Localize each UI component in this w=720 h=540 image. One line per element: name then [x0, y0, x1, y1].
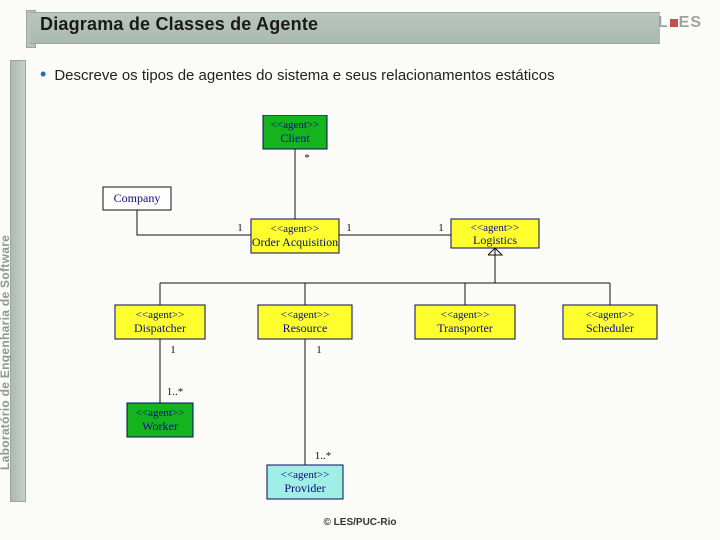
client-stereo: <<agent>> — [271, 119, 320, 131]
dispatcher-stereo: <<agent>> — [136, 309, 185, 321]
box-logistics: <<agent>> Logistics — [451, 219, 539, 248]
bullet-text-1: Descreve os tipos de agentes do sistema … — [54, 67, 554, 84]
transporter-name: Transporter — [437, 321, 493, 335]
mult-company-one: 1 — [237, 222, 243, 234]
logo-s: S — [690, 14, 702, 31]
resource-name: Resource — [283, 321, 328, 335]
mult-order-one-r: 1 — [438, 222, 444, 234]
logo-e: E — [679, 14, 691, 31]
logistics-name: Logistics — [473, 233, 517, 247]
box-scheduler: <<agent>> Scheduler — [563, 305, 657, 339]
order-name: Order Acquisition — [252, 235, 338, 249]
client-name: Client — [280, 131, 310, 145]
box-transporter: <<agent>> Transporter — [415, 305, 515, 339]
logo-dot-icon — [670, 19, 678, 27]
mult-client-star: * — [304, 152, 310, 164]
bullet-item-1: • Descreve os tipos de agentes do sistema… — [40, 62, 700, 87]
transporter-stereo: <<agent>> — [441, 309, 490, 321]
resource-stereo: <<agent>> — [281, 309, 330, 321]
dispatcher-name: Dispatcher — [134, 321, 186, 335]
slide-root: Diagrama de Classes de Agente LES Labora… — [0, 0, 720, 540]
mult-resource-one: 1 — [316, 344, 322, 356]
side-vertical-label: Laboratório de Engenharia de Software — [0, 50, 12, 470]
page-title: Diagrama de Classes de Agente — [40, 14, 318, 35]
box-dispatcher: <<agent>> Dispatcher — [115, 305, 205, 339]
provider-stereo: <<agent>> — [281, 469, 330, 481]
box-client: <<agent>> Client — [263, 115, 327, 149]
box-provider: <<agent>> Provider — [267, 465, 343, 499]
mult-order-one-l: 1 — [346, 222, 352, 234]
mult-dispatcher-one: 1 — [170, 344, 176, 356]
side-rail-decor — [10, 60, 26, 502]
mult-worker-range: 1..* — [167, 386, 184, 398]
box-company: Company — [103, 187, 171, 210]
brand-logo: LES — [658, 14, 702, 32]
provider-name: Provider — [284, 481, 325, 495]
scheduler-name: Scheduler — [586, 321, 634, 335]
footer-copy: © LES/PUC-Rio — [0, 517, 720, 528]
company-name: Company — [114, 191, 161, 205]
worker-stereo: <<agent>> — [136, 407, 185, 419]
order-stereo: <<agent>> — [271, 223, 320, 235]
box-resource: <<agent>> Resource — [258, 305, 352, 339]
bullet-dot-icon: • — [40, 64, 46, 84]
scheduler-stereo: <<agent>> — [586, 309, 635, 321]
box-worker: <<agent>> Worker — [127, 403, 193, 437]
mult-provider-range: 1..* — [315, 450, 332, 462]
body-area: • Descreve os tipos de agentes do sistema… — [40, 62, 700, 87]
class-diagram: .box-green{fill:#15b31d;stroke:#0a0a5a;s… — [55, 115, 675, 505]
worker-name: Worker — [142, 419, 178, 433]
box-order-acquisition: <<agent>> Order Acquisition — [251, 219, 339, 253]
logo-l: L — [658, 14, 669, 31]
